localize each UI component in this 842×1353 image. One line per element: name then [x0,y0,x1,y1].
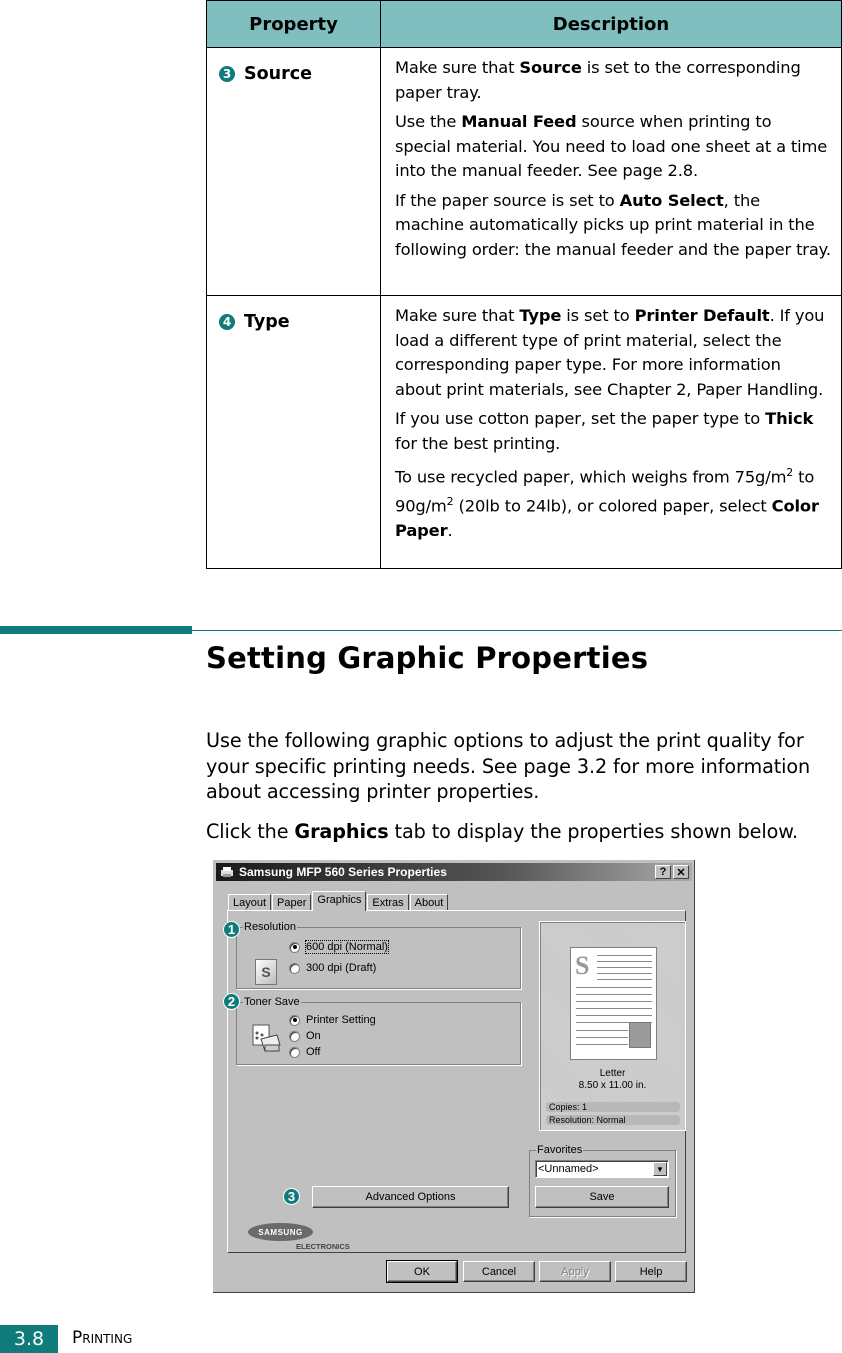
description-paragraph: Make sure that Type is set to Printer De… [395,306,825,399]
toner-save-legend: Toner Save [244,996,300,1008]
instruction-suffix: tab to display the properties shown belo… [388,820,799,843]
callout-badge: 4 [219,314,235,330]
description-cell: Make sure that Type is set to Printer De… [380,295,842,569]
button-label: Save [589,1191,615,1203]
paper-size: 8.50 x 11.00 in. [578,1080,647,1091]
callout-badge: 3 [219,66,235,82]
property-name: Type [244,312,290,332]
description-paragraph: If you use cotton paper, set the paper t… [395,409,814,453]
tab-layout[interactable]: Layout [228,894,272,911]
header-property: Property [206,0,381,48]
document-icon: S [255,959,277,985]
close-button[interactable]: ✕ [673,865,689,879]
description-paragraph: To use recycled paper, which weighs from… [395,466,819,540]
resolution-info: Resolution: Normal [546,1115,680,1125]
table-row: 4 Type Make sure that Type is set to Prin… [206,295,842,569]
instruction-bold: Graphics [294,820,389,843]
button-label: Apply [561,1265,589,1278]
advanced-options-button[interactable]: Advanced Options [312,1186,509,1208]
table-row: 3 Source Make sure that Source is set to … [206,47,842,296]
radio-button-selected[interactable] [289,941,300,953]
tab-about[interactable]: About [409,894,449,911]
tab-paper[interactable]: Paper [272,894,312,911]
radio-label: Off [306,1046,321,1058]
dropdown-arrow-icon[interactable]: ▼ [653,1162,667,1176]
instruction-paragraph: Click the Graphics tab to display the pr… [206,820,798,843]
chapter-label: Printing [72,1328,133,1348]
apply-button[interactable]: Apply [539,1261,611,1282]
callout-1: 1 [223,921,240,938]
copies-info: Copies: 1 [546,1102,680,1112]
samsung-logo: SAMSUNG [248,1223,313,1241]
property-table: Property Description 3 Source Make sure t… [206,0,842,569]
dialog-titlebar: Samsung MFP 560 Series Properties ? ✕ [216,863,692,881]
cancel-button[interactable]: Cancel [463,1261,535,1282]
favorites-group: Favorites <Unnamed> ▼ Save [529,1144,676,1217]
samsung-electronics-label: ELECTRONICS [296,1242,350,1251]
dialog-title: Samsung MFP 560 Series Properties [239,865,447,879]
printer-app-icon [221,867,233,877]
button-label: Advanced Options [365,1191,456,1203]
favorites-save-button[interactable]: Save [535,1186,669,1208]
tab-bar: Layout Paper Graphics Extras About [228,891,449,911]
section-rule-thin [192,630,842,631]
properties-dialog: Samsung MFP 560 Series Properties ? ✕ La… [212,859,696,1294]
ok-button[interactable]: OK [386,1260,458,1283]
radio-printer-setting[interactable]: Printer Setting [289,1014,376,1026]
toner-save-group: Toner Save Printer Setting On Off [236,996,521,1065]
button-label: OK [414,1265,430,1278]
tab-graphics[interactable]: Graphics [312,891,367,911]
property-name: Source [244,64,312,84]
description-paragraph: Use the Manual Feed source when printing… [395,112,828,180]
page-number: 3.8 [0,1325,58,1353]
tab-extras[interactable]: Extras [367,894,409,911]
header-description: Description [380,0,842,48]
property-cell: 3 Source [206,47,381,296]
radio-button[interactable] [289,1046,300,1058]
table-header-row: Property Description [206,0,842,48]
section-rule-thick [0,626,192,634]
description-cell: Make sure that Source is set to the corr… [380,47,842,296]
radio-button[interactable] [289,962,300,974]
callout-3: 3 [283,1188,300,1205]
help-button[interactable]: Help [615,1261,687,1282]
paper-thumbnail: S [570,947,657,1060]
instruction-prefix: Click the [206,820,295,843]
radio-600dpi[interactable]: 600 dpi (Normal) [289,940,389,954]
radio-label: Printer Setting [306,1014,376,1026]
radio-button[interactable] [289,1030,300,1042]
radio-300dpi[interactable]: 300 dpi (Draft) [289,962,376,974]
radio-on[interactable]: On [289,1030,321,1042]
page-preview: S Letter 8.50 x 11.00 in. Copies: 1 Reso… [539,921,686,1131]
chapter-name: Printing [72,1328,132,1348]
radio-label: 300 dpi (Draft) [306,962,377,974]
radio-label: On [306,1030,321,1042]
resolution-group: Resolution S 600 dpi (Normal) 300 dpi (D… [236,921,521,989]
printer-icon [252,1024,281,1052]
intro-paragraph: Use the following graphic options to adj… [206,729,811,803]
property-cell: 4 Type [206,295,381,569]
callout-2: 2 [223,993,240,1010]
help-title-button[interactable]: ? [655,865,671,879]
button-label: Cancel [481,1265,517,1278]
resolution-legend: Resolution [244,921,296,933]
radio-label: 600 dpi (Normal) [305,940,389,954]
section-title: Setting Graphic Properties [206,641,649,675]
favorites-select[interactable]: <Unnamed> ▼ [535,1160,669,1178]
radio-button-selected[interactable] [289,1014,300,1026]
chart-thumbnail-icon [629,1022,651,1048]
paper-name: Letter [599,1068,626,1079]
button-label: Help [639,1265,663,1278]
favorites-legend: Favorites [537,1144,583,1156]
description-paragraph: Make sure that Source is set to the corr… [395,58,801,102]
description-paragraph: If the paper source is set to Auto Selec… [395,190,831,259]
favorites-value: <Unnamed> [538,1163,599,1175]
radio-off[interactable]: Off [289,1046,320,1058]
preview-logo-glyph: S [575,951,590,980]
